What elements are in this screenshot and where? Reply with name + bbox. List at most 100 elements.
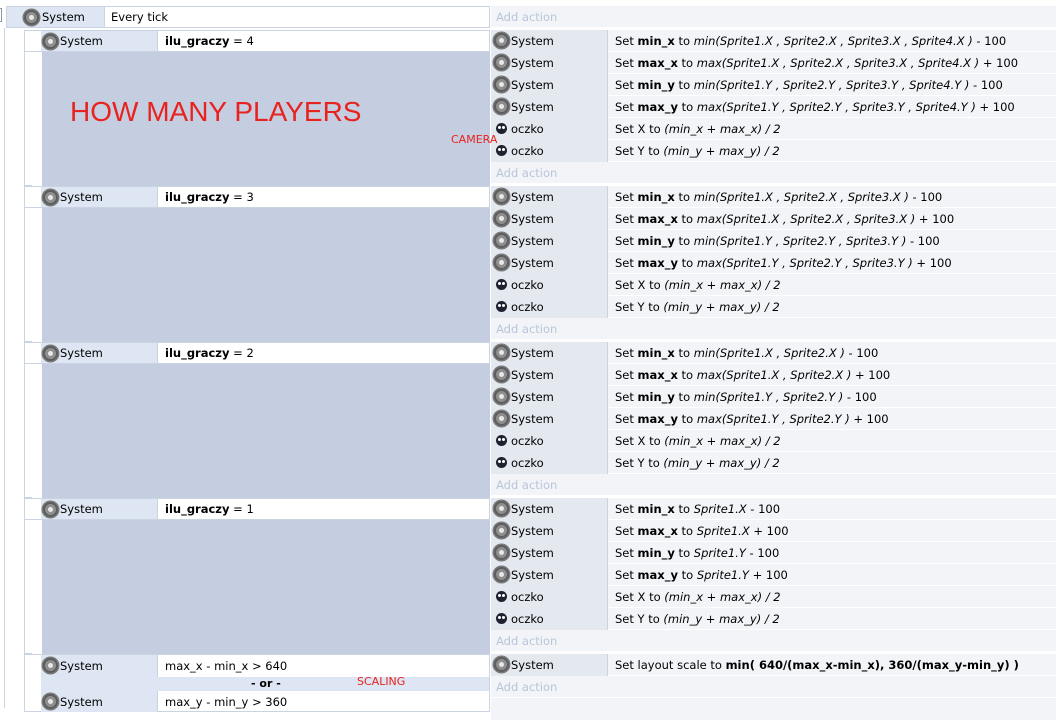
action-prefix: Set [615, 546, 638, 560]
action-prefix: Set X to [615, 278, 665, 292]
action-object-cell: System [491, 252, 608, 274]
action-object-label: System [511, 34, 554, 48]
action-expression: (min_y + max_y) / 2 [663, 300, 780, 314]
add-action-link[interactable]: Add action [496, 166, 557, 180]
add-action-row[interactable]: Add action [491, 6, 1056, 28]
action-text: Set max_x to max(Sprite1.X , Sprite2.X ,… [615, 56, 1018, 70]
action-row[interactable]: System Set max_x to Sprite1.X + 100 [491, 520, 1056, 542]
add-action-link[interactable]: Add action [496, 478, 557, 492]
add-action-row[interactable]: Add action [491, 676, 1056, 698]
condition-area[interactable] [42, 208, 490, 342]
action-prefix: Set X to [615, 590, 665, 604]
action-variable: max_x [637, 56, 678, 70]
action-suffix: - 100 [972, 34, 1007, 48]
action-row[interactable]: oczko Set X to (min_x + max_x) / 2 [491, 118, 1056, 140]
gear-icon [494, 255, 509, 270]
gear-icon [24, 10, 39, 25]
action-row[interactable]: oczko Set Y to (min_y + max_y) / 2 [491, 452, 1056, 474]
action-object-label: System [511, 234, 554, 248]
gear-icon [494, 233, 509, 248]
action-row[interactable]: System Set max_x to max(Sprite1.X , Sprit… [491, 52, 1056, 74]
add-action-row[interactable]: Add action [491, 318, 1056, 340]
action-to: to [674, 546, 694, 560]
subevent-condition-row[interactable]: System ilu_graczy = 1 [24, 498, 490, 520]
action-prefix: Set [615, 234, 638, 248]
action-prefix: Set [615, 524, 638, 538]
action-text: Set min_x to min(Sprite1.X , Sprite2.X )… [615, 346, 878, 360]
event-tree-line [4, 28, 5, 708]
collapse-bracket[interactable] [0, 8, 2, 22]
subevent-condition-row[interactable]: System ilu_graczy = 3 [24, 186, 490, 208]
action-object-label: System [511, 346, 554, 360]
action-object-label: System [511, 100, 554, 114]
add-action-link[interactable]: Add action [496, 680, 557, 694]
action-row[interactable]: oczko Set Y to (min_y + max_y) / 2 [491, 296, 1056, 318]
action-row[interactable]: System Set min_x to min(Sprite1.X , Sprit… [491, 342, 1056, 364]
action-expression: min(Sprite1.Y , Sprite2.Y , Sprite3.Y ) [693, 234, 907, 248]
event-scaling[interactable]: System max_x - min_x > 640 - or - System… [24, 654, 490, 712]
action-variable: max_y [637, 412, 678, 426]
condition-operator: = 3 [229, 190, 254, 204]
action-expression: Sprite1.Y [696, 568, 749, 582]
action-text: Set max_y to Sprite1.Y + 100 [615, 568, 788, 582]
action-variable: min_y [637, 390, 675, 404]
add-action-row[interactable]: Add action [491, 162, 1056, 184]
action-object-label: System [511, 568, 554, 582]
action-object-label: oczko [511, 122, 544, 136]
condition-operator: = 1 [229, 502, 254, 516]
action-text: Set layout scale to min( 640/(max_x-min_… [615, 658, 1019, 672]
action-row[interactable]: oczko Set X to (min_x + max_x) / 2 [491, 430, 1056, 452]
oczko-sprite-icon [496, 613, 507, 624]
action-object-cell: System [491, 654, 608, 676]
action-row[interactable]: System Set max_y to max(Sprite1.Y , Sprit… [491, 408, 1056, 430]
gear-icon [494, 411, 509, 426]
action-variable: max_y [637, 256, 678, 270]
action-row[interactable]: System Set min_x to min(Sprite1.X , Sprit… [491, 186, 1056, 208]
action-to: to [677, 568, 697, 582]
action-text: Set X to (min_x + max_x) / 2 [615, 590, 781, 604]
oczko-sprite-icon [496, 123, 507, 134]
action-to: to [677, 56, 697, 70]
action-to: to [674, 346, 694, 360]
gear-icon [494, 567, 509, 582]
action-variable: max_x [637, 368, 678, 382]
add-action-row[interactable]: Add action [491, 630, 1056, 652]
action-row[interactable]: System Set max_y to max(Sprite1.Y , Sprit… [491, 96, 1056, 118]
action-row[interactable]: System Set layout scale to min( 640/(max… [491, 654, 1056, 676]
action-row[interactable]: System Set max_x to max(Sprite1.X , Sprit… [491, 208, 1056, 230]
action-text: Set min_y to min(Sprite1.Y , Sprite2.Y )… [615, 390, 877, 404]
action-row[interactable]: System Set min_y to min(Sprite1.Y , Sprit… [491, 230, 1056, 252]
action-row[interactable]: oczko Set Y to (min_y + max_y) / 2 [491, 140, 1056, 162]
action-row[interactable]: System Set min_x to Sprite1.X - 100 [491, 498, 1056, 520]
condition-area[interactable] [42, 520, 490, 654]
action-text: Set max_x to max(Sprite1.X , Sprite2.X )… [615, 368, 890, 382]
action-object-cell: System [491, 74, 608, 96]
action-suffix: - 100 [844, 346, 879, 360]
condition-area[interactable] [42, 364, 490, 498]
action-to: to [674, 190, 694, 204]
action-expression: max(Sprite1.X , Sprite2.X , Sprite3.X ) [696, 212, 916, 226]
action-row[interactable]: System Set min_y to min(Sprite1.Y , Sprit… [491, 74, 1056, 96]
add-action-row[interactable]: Add action [491, 474, 1056, 496]
action-row[interactable]: oczko Set X to (min_x + max_x) / 2 [491, 586, 1056, 608]
subevent-condition-row[interactable]: System ilu_graczy = 4 [24, 30, 490, 52]
add-action-link[interactable]: Add action [496, 10, 557, 24]
action-row[interactable]: System Set max_x to max(Sprite1.X , Sprit… [491, 364, 1056, 386]
add-action-link[interactable]: Add action [496, 322, 557, 336]
action-row[interactable]: oczko Set X to (min_x + max_x) / 2 [491, 274, 1056, 296]
event-every-tick[interactable]: System Every tick [6, 6, 490, 28]
gear-icon [494, 523, 509, 538]
subevent-condition-row[interactable]: System ilu_graczy = 2 [24, 342, 490, 364]
action-object-cell: System [491, 52, 608, 74]
action-prefix: Set [615, 368, 638, 382]
event-bracket [24, 186, 32, 342]
action-row[interactable]: System Set min_y to Sprite1.Y - 100 [491, 542, 1056, 564]
how-many-players-label: HOW MANY PLAYERS [70, 96, 362, 127]
condition-object-cell: System [41, 655, 158, 677]
action-row[interactable]: System Set min_y to min(Sprite1.Y , Sprit… [491, 386, 1056, 408]
action-row[interactable]: System Set max_y to Sprite1.Y + 100 [491, 564, 1056, 586]
action-row[interactable]: oczko Set Y to (min_y + max_y) / 2 [491, 608, 1056, 630]
add-action-link[interactable]: Add action [496, 634, 557, 648]
action-row[interactable]: System Set min_x to min(Sprite1.X , Sprit… [491, 30, 1056, 52]
action-row[interactable]: System Set max_y to max(Sprite1.Y , Sprit… [491, 252, 1056, 274]
